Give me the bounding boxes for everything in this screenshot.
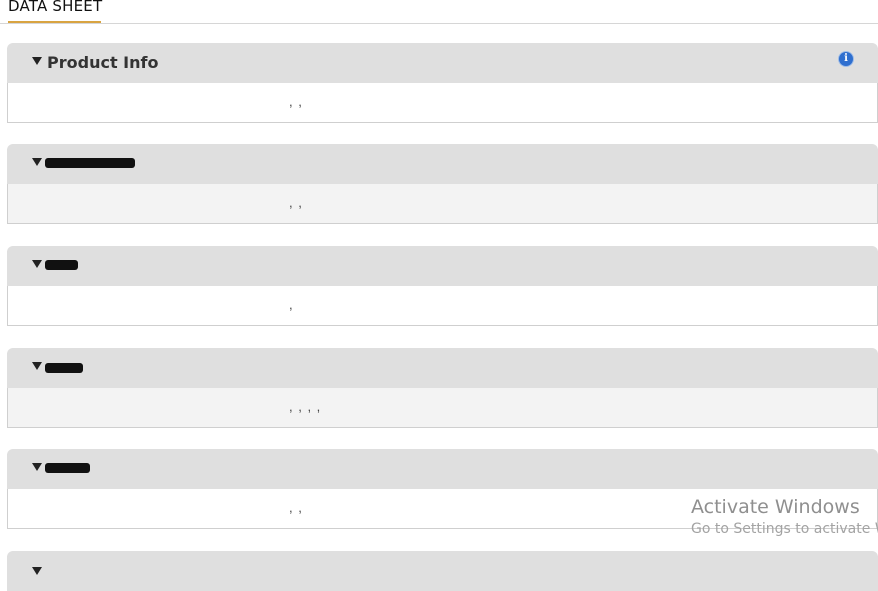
collapse-triangle-icon[interactable] [32,567,42,575]
tab-bar: DATA SHEET [0,0,878,24]
section-header[interactable] [7,449,878,489]
collapse-triangle-icon[interactable] [32,158,42,166]
section-3: , [7,246,878,326]
tab-data-sheet[interactable]: DATA SHEET [8,0,102,15]
section-6 [7,551,878,591]
section-row: , , [7,184,878,224]
row-value: , , [289,195,303,210]
redacted-title [45,260,78,270]
section-4: , , , , [7,348,878,428]
collapse-triangle-icon[interactable] [32,260,42,268]
redacted-title [45,363,83,373]
section-header[interactable] [7,348,878,388]
row-value: , , [289,94,303,109]
collapse-triangle-icon[interactable] [32,463,42,471]
info-icon[interactable]: i [839,52,853,66]
activate-windows-watermark: Activate Windows [691,496,860,518]
collapse-triangle-icon[interactable] [32,362,42,370]
activate-windows-subtitle: Go to Settings to activate W [691,521,878,537]
collapse-triangle-icon[interactable] [32,57,42,65]
section-row: , [7,286,878,326]
section-product-info: Product Info i , , [7,43,878,123]
section-row: , , , , [7,388,878,428]
row-value: , [289,297,294,312]
section-row: , , [7,83,878,123]
redacted-title [45,463,90,473]
active-tab-underline [8,21,101,23]
section-header[interactable] [7,551,878,591]
section-header[interactable] [7,144,878,184]
row-value: , , [289,500,303,515]
section-2: , , [7,144,878,224]
row-value: , , , , [289,399,322,414]
section-title: Product Info [47,53,159,72]
redacted-title [45,158,135,168]
section-header[interactable]: Product Info i [7,43,878,83]
section-header[interactable] [7,246,878,286]
